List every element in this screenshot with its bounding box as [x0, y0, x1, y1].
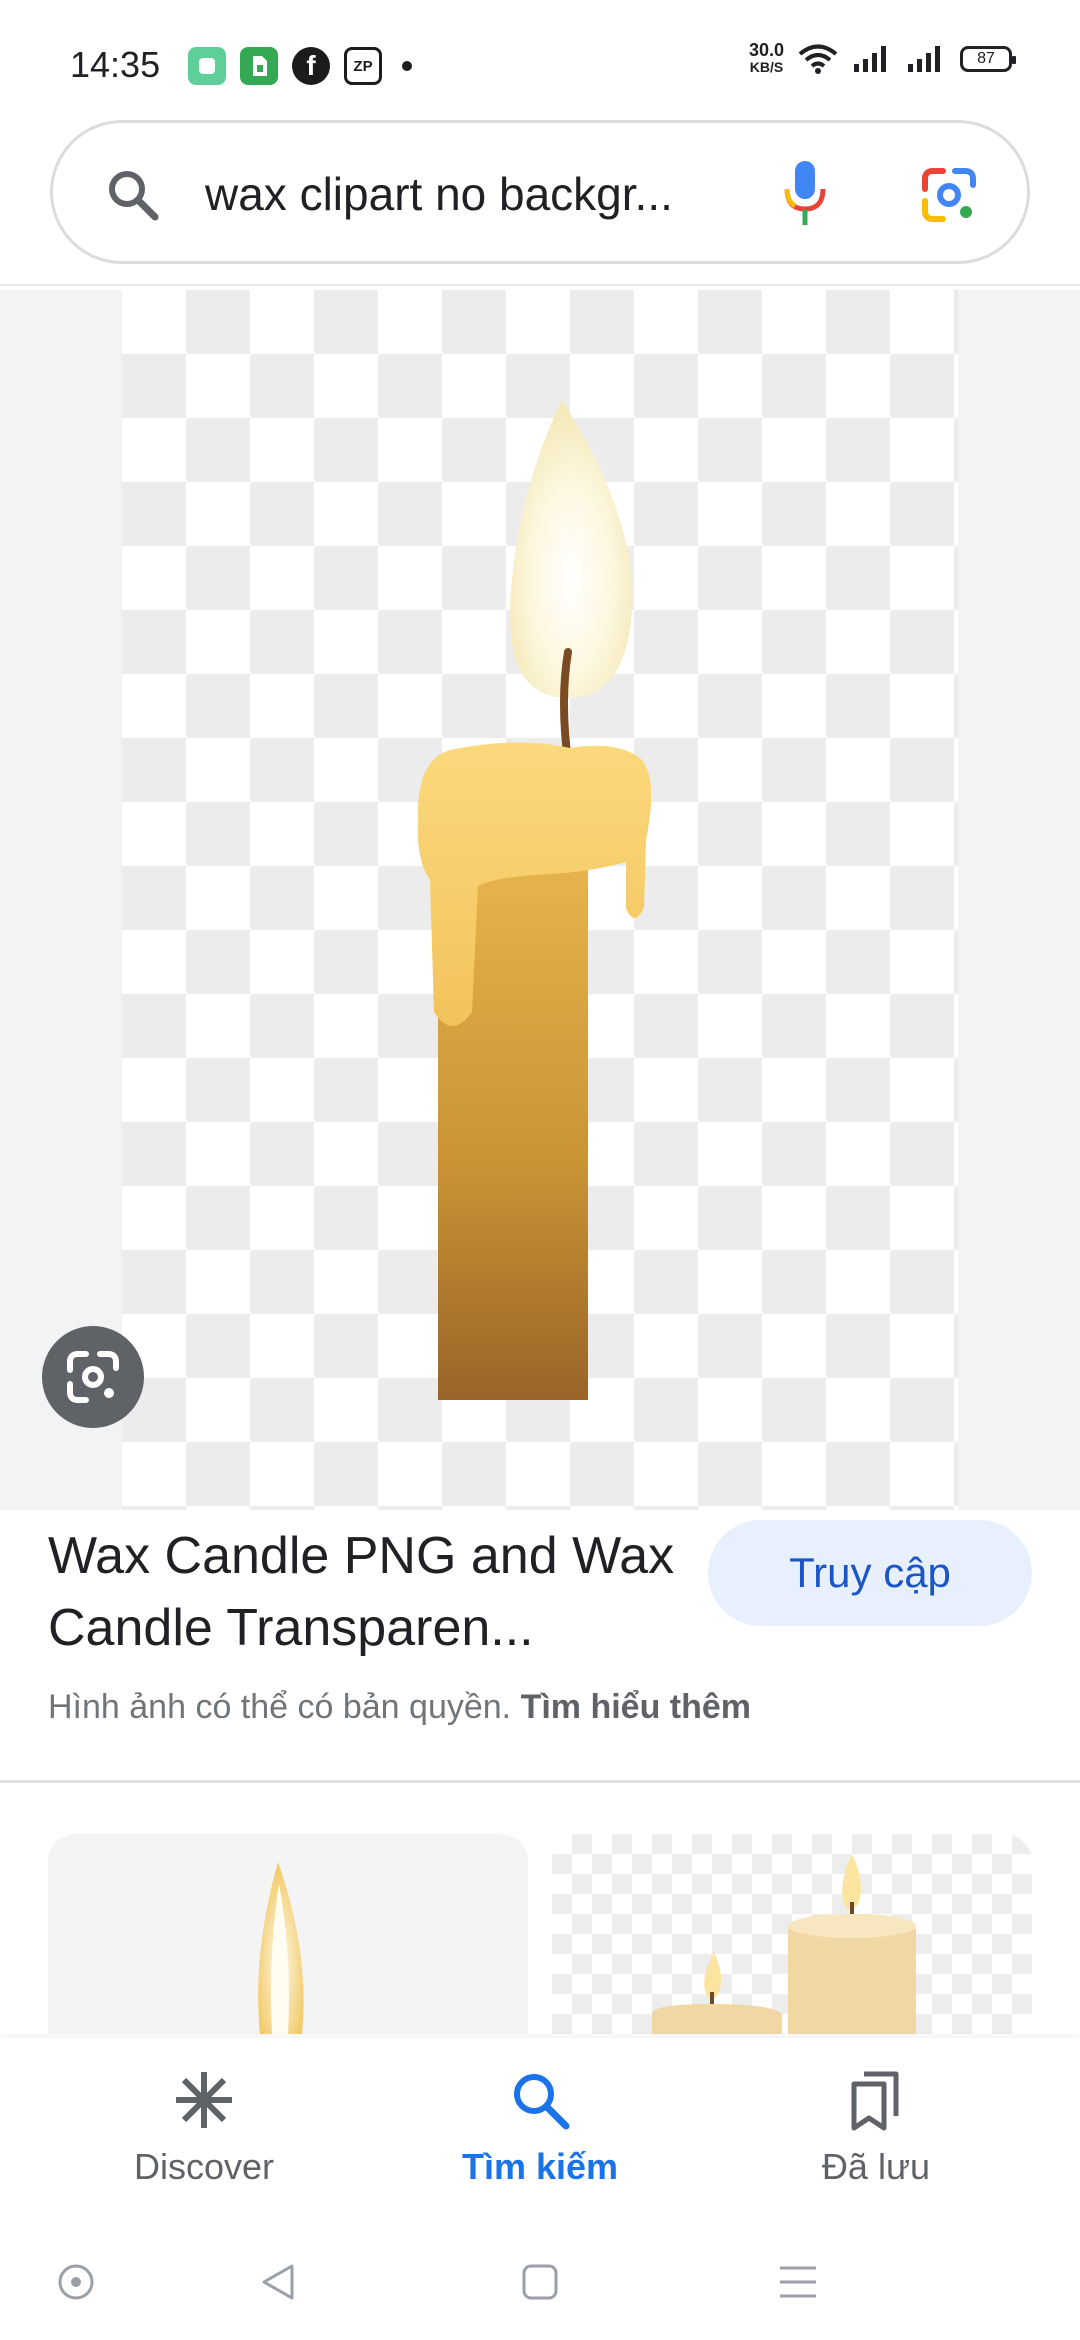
signal-icon-1: [854, 46, 886, 72]
copyright-notice: Hình ảnh có thể có bản quyền. Tìm hiểu t…: [48, 1688, 751, 1727]
bottom-navigation: Discover Tìm kiếm Đã lưu: [0, 2038, 1080, 2220]
system-navigation-bar: [0, 2220, 1080, 2340]
network-speed-value: 30.0: [748, 40, 784, 60]
facebook-icon: f: [292, 47, 330, 85]
search-icon: [514, 2074, 570, 2130]
network-speed: 30.0 KB/S: [748, 40, 784, 76]
battery-icon: 87: [960, 46, 1016, 72]
signal-icon-2: [908, 46, 940, 72]
sim-app-icon: [240, 47, 278, 85]
copyright-text: Hình ảnh có thể có bản quyền.: [48, 1688, 512, 1726]
nav-discover[interactable]: Discover: [74, 2068, 334, 2188]
candle-image: [417, 400, 652, 1400]
network-speed-unit: KB/S: [749, 59, 784, 75]
search-bar[interactable]: wax clipart no backgr...: [50, 120, 1030, 264]
asterisk-icon: [176, 2072, 232, 2128]
nav-saved-label: Đã lưu: [821, 2146, 931, 2187]
home-button-icon[interactable]: [520, 2262, 560, 2302]
search-input[interactable]: wax clipart no backgr...: [205, 167, 673, 221]
bookmarks-icon: [851, 2071, 899, 2131]
back-button-icon[interactable]: [258, 2262, 298, 2302]
search-icon: [109, 171, 159, 221]
notification-icons: f ZP: [188, 47, 412, 85]
more-notifications-dot: [402, 61, 412, 71]
nav-saved[interactable]: Đã lưu: [746, 2068, 1006, 2188]
candle-flame-image: [258, 1862, 304, 2034]
related-image-2[interactable]: [552, 1834, 1032, 2034]
google-lens-icon[interactable]: [919, 165, 979, 225]
related-image-1[interactable]: [48, 1834, 528, 2034]
nav-search[interactable]: Tìm kiếm: [410, 2068, 670, 2188]
learn-more-link[interactable]: Tìm hiểu thêm: [521, 1688, 751, 1726]
candles-image: [652, 1854, 916, 2034]
microphone-icon[interactable]: [783, 159, 827, 229]
search-header: wax clipart no backgr...: [0, 110, 1080, 286]
nav-discover-label: Discover: [133, 2146, 275, 2187]
zalopay-icon: ZP: [344, 47, 382, 85]
messenger-app-icon: [188, 47, 226, 85]
image-preview[interactable]: [0, 290, 1080, 1510]
result-title[interactable]: Wax Candle PNG and Wax Candle Transparen…: [48, 1520, 688, 1664]
status-bar: 14:35 f ZP 30.0 KB/S 87: [0, 0, 1080, 110]
status-time: 14:35: [70, 44, 161, 85]
status-indicators: 30.0 KB/S 87: [748, 40, 1016, 76]
lens-search-icon: [67, 1351, 119, 1403]
divider: [0, 1780, 1080, 1783]
assistant-button-icon[interactable]: [56, 2262, 96, 2302]
nav-search-label: Tìm kiếm: [461, 2146, 619, 2187]
recents-button-icon[interactable]: [778, 2262, 818, 2302]
visit-button[interactable]: Truy cập: [708, 1520, 1032, 1626]
wifi-icon: [798, 44, 838, 74]
lens-search-button[interactable]: [42, 1326, 144, 1428]
